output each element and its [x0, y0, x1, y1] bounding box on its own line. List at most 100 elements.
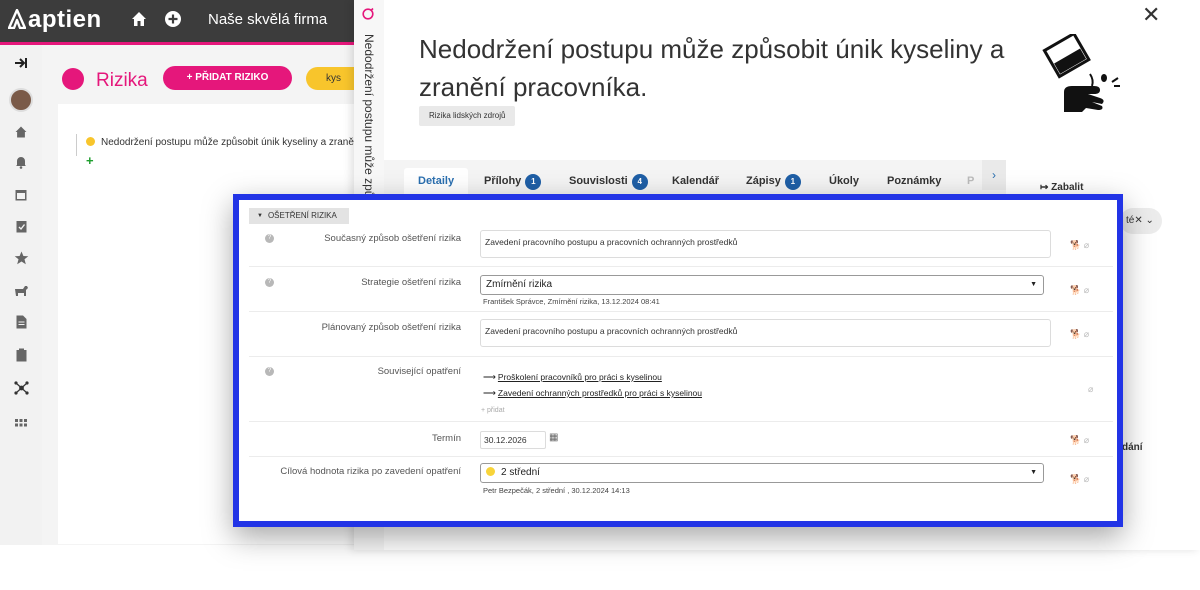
field-label: Cílová hodnota rizika po zavedení opatře…: [280, 466, 461, 477]
vertical-risk-title: Nedodržení postupu může způsobit únik ky…: [358, 34, 376, 194]
tab-label: Souvislosti: [569, 175, 628, 187]
calendar-icon[interactable]: ▦: [549, 432, 558, 443]
tab-more[interactable]: P: [967, 168, 974, 194]
acid-hazard-icon: [1042, 31, 1120, 114]
chevron-down-icon: ▼: [1030, 469, 1037, 476]
bomb-outline-icon: [362, 6, 376, 23]
collapse-icon: ↦: [1040, 182, 1052, 193]
select-value: 2 střední: [501, 467, 540, 478]
arrow-right-icon: ⟶: [483, 372, 496, 382]
clipboard-list-icon[interactable]: [11, 348, 31, 368]
row-actions[interactable]: 🐕 ⌀: [1070, 240, 1102, 252]
tab-attachments[interactable]: Přílohy 1: [484, 168, 542, 194]
row-divider: [249, 266, 1113, 267]
document-icon[interactable]: [11, 315, 31, 335]
clipboard-check-icon[interactable]: [11, 219, 31, 239]
close-icon[interactable]: ✕: [1142, 2, 1160, 28]
tab-label: Kalendář: [672, 175, 720, 187]
risk-title: Nedodržení postupu může způsobit únik ky…: [419, 34, 1005, 102]
tab-calendar[interactable]: Kalendář: [672, 168, 719, 194]
paperclip-icon[interactable]: ⌀: [1084, 285, 1089, 295]
tree-item[interactable]: Nedodržení postupu může způsobit únik ky…: [76, 134, 354, 156]
app-logo[interactable]: aptien: [7, 6, 102, 34]
category-tag[interactable]: Rizika lidských zdrojů: [419, 106, 516, 126]
link-label: Proškolení pracovníků pro práci s kyseli…: [497, 372, 662, 382]
arrow-right-icon: ⟶: [483, 388, 496, 398]
field-label: Současný způsob ošetření rizika: [324, 233, 461, 244]
network-icon[interactable]: [11, 381, 31, 401]
field-label: Související opatření: [377, 366, 461, 377]
tab-label: Detaily: [418, 175, 455, 187]
related-measure-link[interactable]: ⟶ Zavedení ochranných prostředků pro prác…: [483, 388, 702, 399]
tree-item-label: Nedodržení postupu může způsobit únik ky…: [101, 137, 354, 148]
count-badge: 1: [525, 174, 542, 190]
risk-level-dot-icon: [86, 137, 95, 146]
risk-level-dot-icon: [486, 467, 495, 476]
filter-pill[interactable]: té✕ ⌄: [1120, 208, 1162, 234]
row-actions[interactable]: 🐕 ⌀: [1070, 329, 1102, 341]
tab-label: P: [967, 175, 975, 187]
tab-label: Zápisy: [746, 175, 781, 187]
tab-notes[interactable]: Poznámky: [887, 168, 941, 194]
row-divider: [249, 311, 1113, 312]
paperclip-icon[interactable]: ⌀: [1084, 474, 1089, 484]
planned-treatment-field[interactable]: Zavedení pracovního postupu a pracovních…: [480, 319, 1051, 347]
link-label: Zavedení ochranných prostředků pro práci…: [497, 388, 703, 398]
paperclip-icon[interactable]: ⌀: [1084, 435, 1089, 445]
add-risk-button[interactable]: + PŘIDAT RIZIKO: [163, 66, 292, 90]
dog-icon[interactable]: [11, 283, 31, 303]
row-actions[interactable]: 🐕 ⌀: [1070, 435, 1102, 447]
current-treatment-field[interactable]: Zavedení pracovního postupu a pracovních…: [480, 230, 1051, 258]
home-icon[interactable]: [130, 10, 148, 32]
home-icon[interactable]: [11, 125, 31, 145]
related-measure-link[interactable]: ⟶ Proškolení pracovníků pro práci s kysel…: [483, 372, 662, 383]
field-label: Termín: [431, 433, 461, 444]
dog-icon[interactable]: 🐕: [1070, 240, 1081, 250]
tab-tasks[interactable]: Úkoly: [829, 168, 859, 194]
chevron-down-icon: ▼: [1030, 281, 1037, 288]
deadline-date-input[interactable]: 30.12.2026: [480, 431, 546, 449]
company-name[interactable]: Naše skvělá firma: [208, 11, 327, 28]
row-divider: [249, 456, 1113, 457]
tab-relations[interactable]: Souvislosti 4: [569, 168, 648, 194]
bomb-icon: [62, 68, 84, 90]
star-icon[interactable]: [11, 251, 31, 271]
count-badge: 4: [631, 174, 648, 190]
target-risk-select[interactable]: 2 střední ▼: [480, 463, 1044, 483]
change-meta: Petr Bezpečák, 2 střední , 30.12.2024 14…: [483, 486, 630, 495]
add-circle-icon[interactable]: [164, 10, 182, 32]
paperclip-icon[interactable]: ⌀: [1084, 329, 1089, 339]
bell-icon[interactable]: [11, 155, 31, 175]
row-actions[interactable]: 🐕 ⌀: [1070, 474, 1102, 486]
dog-icon[interactable]: 🐕: [1070, 329, 1081, 339]
dog-icon[interactable]: 🐕: [1070, 435, 1081, 445]
row-actions[interactable]: 🐕 ⌀: [1070, 285, 1102, 297]
search-input[interactable]: kys: [306, 67, 354, 90]
row-divider: [249, 421, 1113, 422]
row-divider: [249, 356, 1113, 357]
strategy-select[interactable]: Zmírnění rizika ▼: [480, 275, 1044, 295]
logo-text: aptien: [28, 6, 102, 33]
tab-next-button[interactable]: ›: [982, 160, 1006, 190]
select-value: Zmírnění rizika: [486, 279, 553, 290]
tab-label: Přílohy: [484, 175, 522, 187]
calendar-icon[interactable]: [11, 187, 31, 207]
tree-add-icon[interactable]: +: [86, 153, 94, 168]
paperclip-icon[interactable]: ⌀: [1088, 384, 1102, 396]
collapse-button[interactable]: ↦ Zabalit: [1040, 182, 1083, 193]
section-header[interactable]: ▼ OŠETŘENÍ RIZIKA: [249, 208, 349, 224]
tab-label: Poznámky: [887, 175, 942, 187]
grid-icon[interactable]: [11, 413, 31, 433]
dog-icon[interactable]: 🐕: [1070, 285, 1081, 295]
tab-records[interactable]: Zápisy 1: [746, 168, 801, 194]
field-label: Strategie ošetření rizika: [361, 277, 461, 288]
dog-icon[interactable]: 🐕: [1070, 474, 1081, 484]
user-avatar[interactable]: [9, 88, 33, 112]
logo-mark-icon: [7, 8, 27, 30]
add-measure-link[interactable]: + přidat: [481, 407, 505, 414]
paperclip-icon[interactable]: ⌀: [1084, 240, 1089, 250]
right-column-label: dání: [1122, 442, 1143, 453]
tab-label: Úkoly: [829, 175, 859, 187]
login-icon[interactable]: [11, 55, 31, 75]
section-header-label: OŠETŘENÍ RIZIKA: [267, 211, 337, 220]
